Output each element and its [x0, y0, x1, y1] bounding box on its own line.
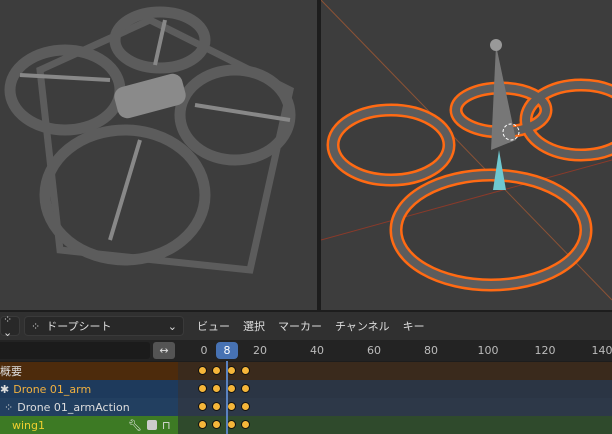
channel-label: wing1 — [12, 418, 46, 432]
menu-view[interactable]: ビュー — [197, 318, 230, 334]
mode-select[interactable]: ⁘ ドープシート ⌄ — [24, 316, 184, 336]
channel-label: Drone 01_armAction — [17, 400, 130, 414]
tick-label: 140 — [591, 344, 612, 357]
channel-object[interactable]: ✱ Drone 01_arm — [0, 380, 612, 398]
menu-marker[interactable]: マーカー — [278, 318, 322, 334]
channel-search-input[interactable] — [0, 342, 150, 359]
keyframe[interactable] — [198, 366, 207, 375]
keyframe[interactable] — [198, 420, 207, 429]
dopesheet-icon: ⁘ — [31, 320, 41, 333]
keyframe[interactable] — [240, 366, 250, 375]
drone-model — [4, 6, 296, 274]
tick-label: 20 — [253, 344, 267, 357]
viewport-right[interactable] — [321, 0, 612, 310]
keyframe[interactable] — [240, 402, 250, 411]
tick-label: 100 — [477, 344, 499, 357]
keyframe[interactable] — [240, 384, 250, 393]
tick-label: 80 — [424, 344, 438, 357]
tick-label: 120 — [534, 344, 556, 357]
frame-ruler[interactable]: ↔ 0 20 40 60 80 100 120 140 8 — [0, 340, 612, 361]
drone-model-selected — [321, 0, 612, 301]
channel-action[interactable]: ⁘ Drone 01_armAction — [0, 398, 612, 416]
viewport-left[interactable] — [0, 0, 317, 310]
menu-key[interactable]: キー — [403, 318, 425, 334]
lock-icon[interactable]: ⊓ — [162, 419, 171, 432]
current-frame-indicator[interactable]: 8 — [216, 342, 238, 359]
channel-label: 概要 — [0, 362, 178, 380]
tick-label: 60 — [367, 344, 381, 357]
dopesheet-header: ⁘⌄ ⁘ ドープシート ⌄ ビュー 選択 マーカー チャンネル キー — [0, 312, 612, 340]
editor-type-menu[interactable]: ⁘⌄ — [0, 313, 20, 339]
wrench-icon[interactable]: 🔧︎ — [128, 419, 142, 432]
keyframe[interactable] — [240, 420, 250, 429]
keyframe[interactable] — [198, 402, 207, 411]
tick-label: 0 — [200, 344, 208, 357]
playhead[interactable] — [226, 361, 228, 434]
armature-icon: ✱ — [0, 382, 10, 396]
mode-label: ドープシート — [46, 320, 112, 333]
swap-icon[interactable]: ↔ — [153, 342, 175, 359]
channel-label: Drone 01_arm — [13, 382, 92, 396]
channel-group[interactable]: wing1 🔧︎ ⊓ — [0, 416, 612, 434]
channel-summary[interactable]: 概要 — [0, 362, 612, 380]
action-icon: ⁘ — [4, 400, 14, 414]
menu-select[interactable]: 選択 — [243, 318, 265, 334]
checkbox-icon[interactable] — [147, 420, 157, 430]
tick-label: 40 — [310, 344, 324, 357]
menu-channel[interactable]: チャンネル — [335, 318, 390, 334]
chevron-down-icon: ⌄ — [167, 319, 177, 333]
keyframe[interactable] — [198, 384, 207, 393]
dopesheet-icon: ⁘⌄ — [3, 313, 13, 339]
